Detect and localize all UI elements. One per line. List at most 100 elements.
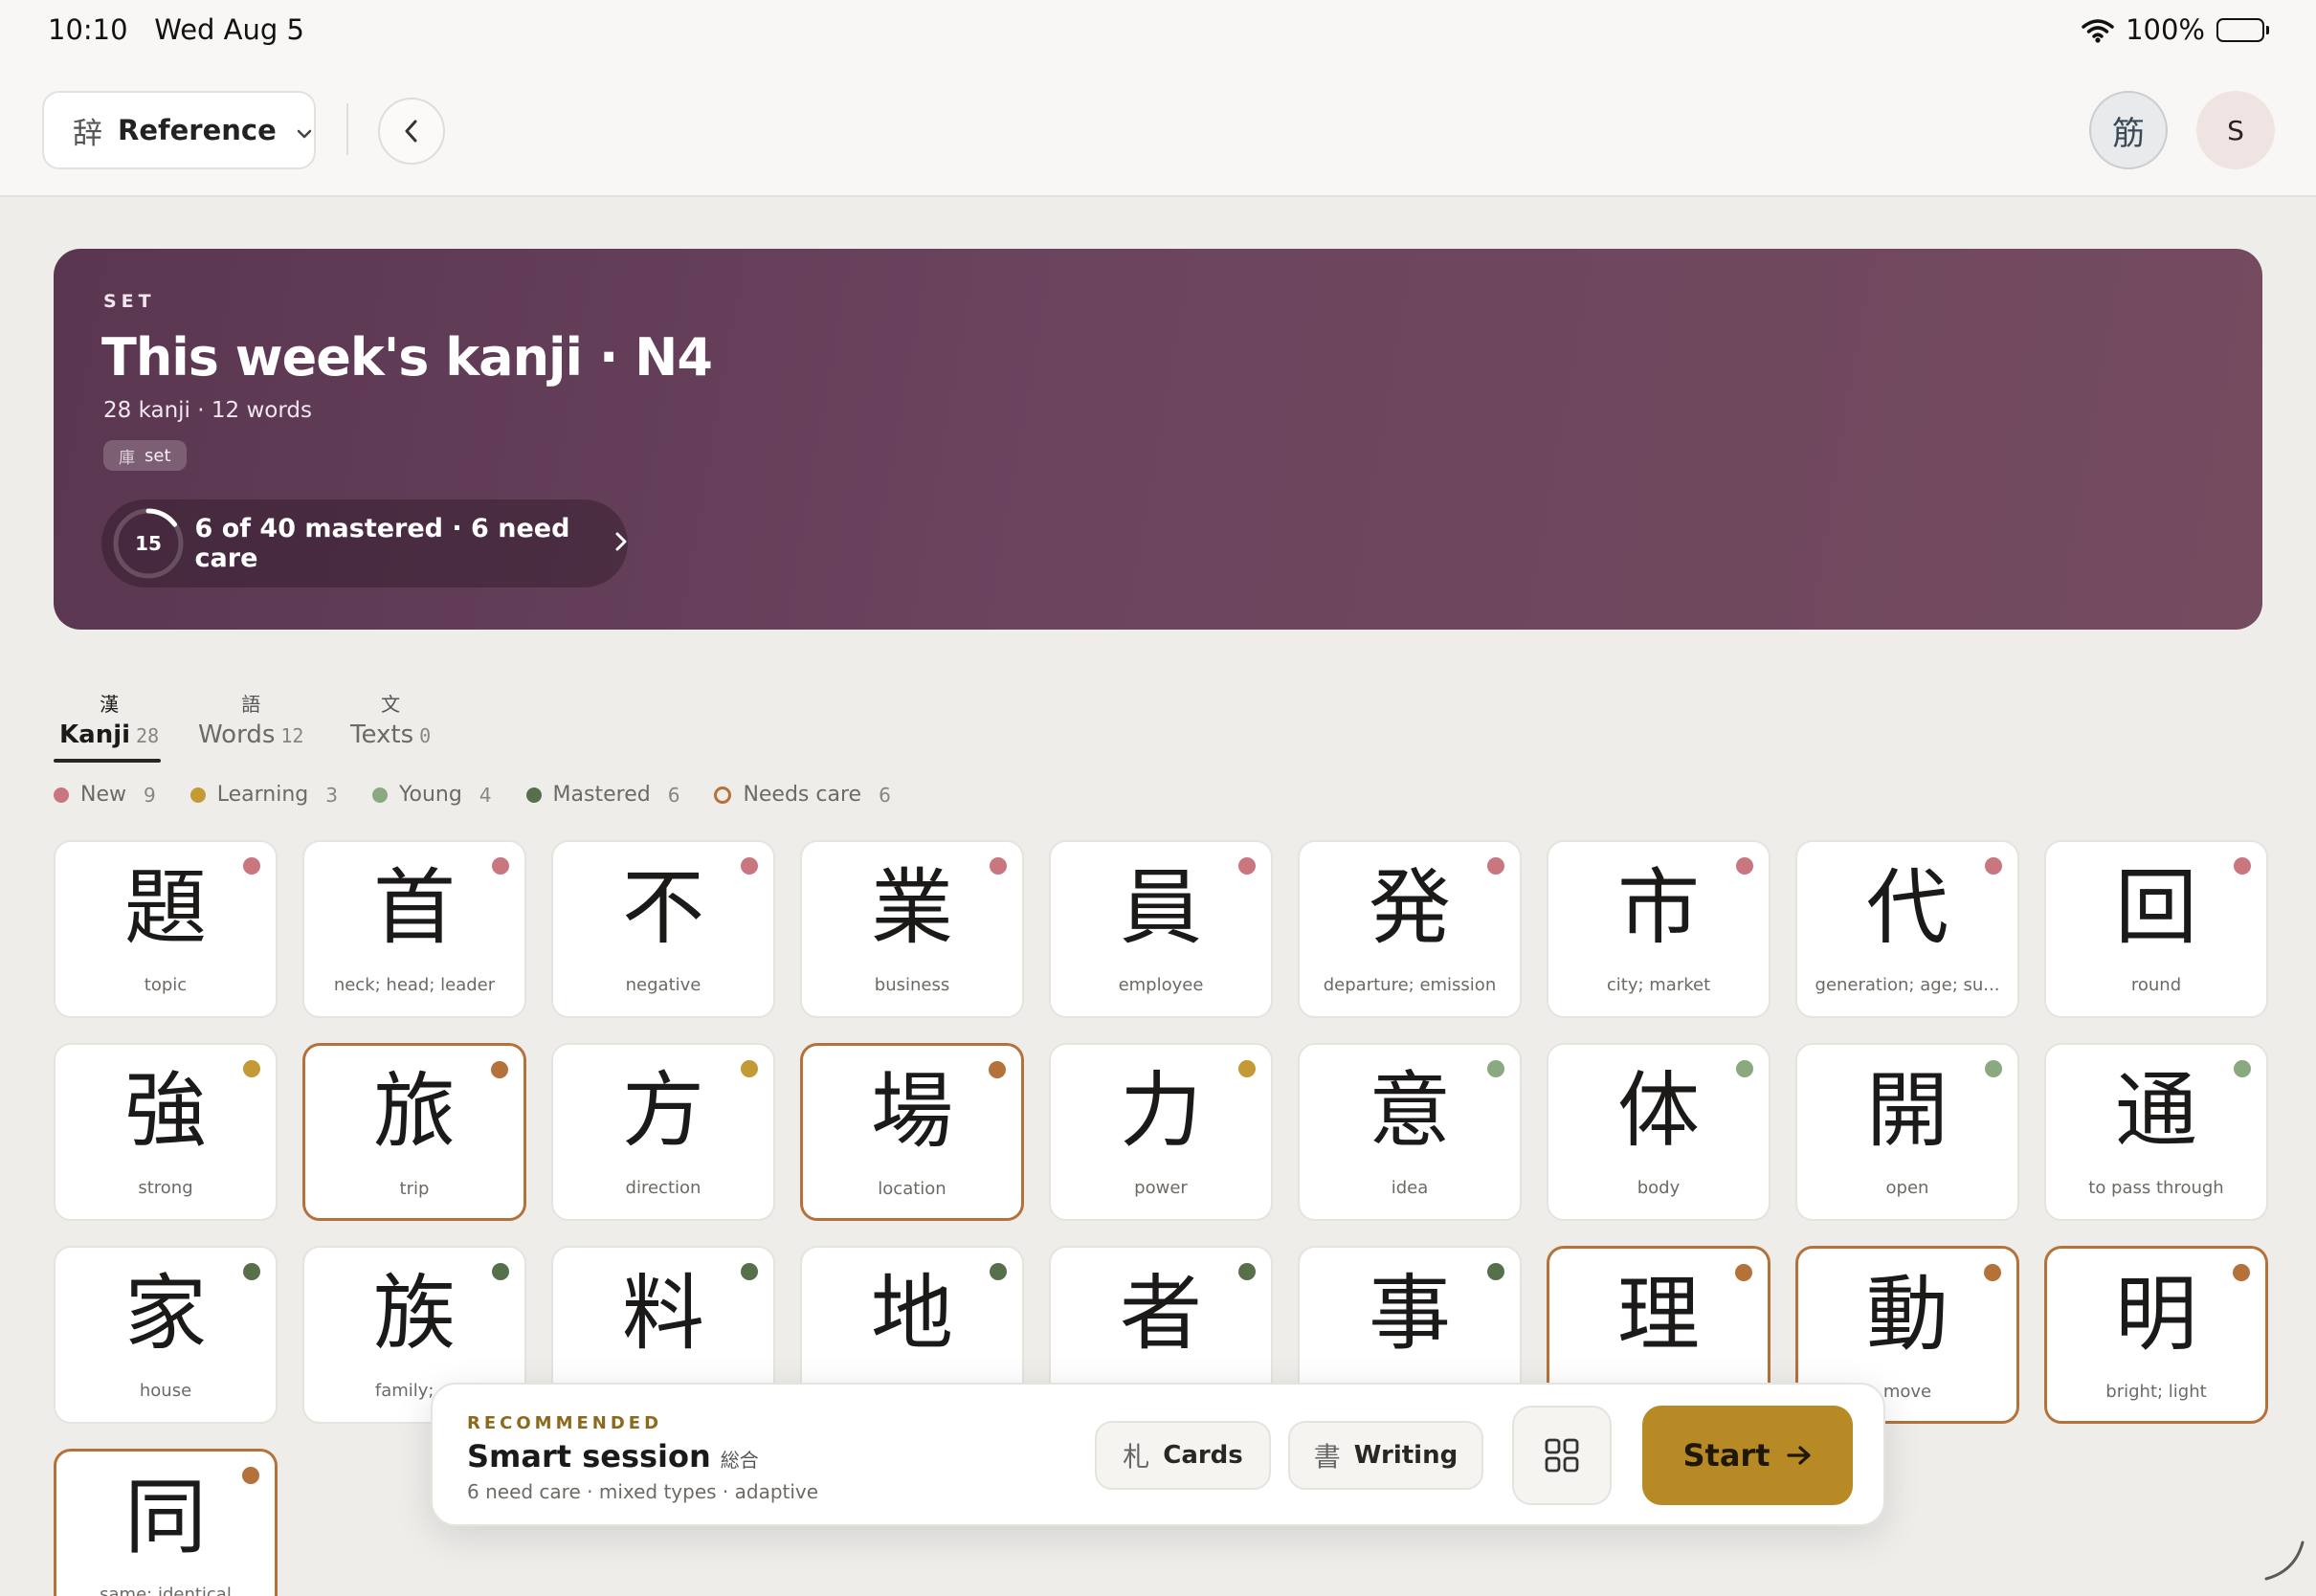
- active-tab-indicator: [54, 759, 161, 763]
- status-dot-icon: [990, 1263, 1007, 1280]
- tab-words[interactable]: 語 Words 12: [198, 689, 303, 749]
- status-dot-icon: [2234, 857, 2251, 875]
- session-title-glyph: 総合: [720, 1449, 759, 1472]
- kanji-character: 場: [871, 1064, 953, 1160]
- status-dot-icon: [1238, 1263, 1256, 1280]
- kanji-tab-icon: 漢: [100, 693, 120, 716]
- tab-count: 0: [419, 724, 432, 747]
- kanji-meaning: business: [874, 975, 950, 995]
- wifi-icon: [2082, 17, 2114, 43]
- cards-label: Cards: [1163, 1441, 1243, 1470]
- ring-dot-icon: [714, 786, 732, 804]
- status-dot-icon: [1736, 1060, 1753, 1077]
- tab-texts[interactable]: 文 Texts 0: [350, 689, 431, 749]
- smart-session-bar: RECOMMENDED Smart session 総合 6 need care …: [431, 1383, 1885, 1526]
- status-dot-icon: [741, 1263, 758, 1280]
- legend-label: New: [80, 783, 126, 807]
- kanji-meaning: employee: [1118, 975, 1204, 995]
- kanji-character: 者: [1120, 1266, 1202, 1362]
- kanji-card[interactable]: 開 open: [1795, 1043, 2019, 1221]
- kanji-card[interactable]: 代 generation; age; su...: [1795, 840, 2019, 1018]
- cards-mode-button[interactable]: 札 Cards: [1095, 1421, 1271, 1490]
- battery-icon: [2216, 17, 2269, 42]
- status-dot-icon: [243, 1060, 260, 1077]
- user-avatar[interactable]: S: [2196, 91, 2275, 169]
- dot-icon: [189, 787, 206, 803]
- dot-icon: [54, 787, 69, 803]
- kanji-card[interactable]: 業 business: [800, 840, 1024, 1018]
- mode-label: Reference: [118, 114, 277, 146]
- kanji-card[interactable]: 員 employee: [1049, 840, 1273, 1018]
- tab-label: Words: [198, 720, 276, 749]
- kanji-card[interactable]: 不 negative: [551, 840, 775, 1018]
- session-title: Smart session 総合: [467, 1438, 759, 1474]
- kanji-card[interactable]: 回 round: [2044, 840, 2268, 1018]
- start-button[interactable]: Start: [1642, 1406, 1853, 1505]
- kanji-character: 理: [1617, 1267, 1700, 1363]
- tab-label: Texts: [350, 720, 414, 749]
- mode-dropdown[interactable]: 辞 Reference: [42, 91, 316, 169]
- status-dot-icon: [1487, 857, 1504, 875]
- kanji-character: 料: [622, 1266, 704, 1362]
- kanji-card[interactable]: 首 neck; head; leader: [302, 840, 526, 1018]
- kanji-card[interactable]: 同 same; identical: [54, 1449, 278, 1596]
- top-bar: 10:10 Wed Aug 5 100% 辞 Reference 筋 S: [0, 0, 2316, 197]
- status-dot-icon: [741, 857, 758, 875]
- legend-count: 9: [144, 783, 156, 807]
- legend-item: Learning 3: [189, 783, 338, 807]
- kanji-card[interactable]: 題 topic: [54, 840, 278, 1018]
- kanji-character: 強: [124, 1063, 207, 1159]
- grid-view-button[interactable]: [1512, 1406, 1612, 1505]
- kanji-meaning: direction: [625, 1178, 701, 1198]
- status-dot-icon: [243, 1263, 260, 1280]
- kanji-card[interactable]: 通 to pass through: [2044, 1043, 2268, 1221]
- status-clock: 10:10: [48, 13, 128, 46]
- legend-count: 6: [879, 783, 891, 807]
- status-dot-icon: [1736, 857, 1753, 875]
- status-dot-icon: [1487, 1263, 1504, 1280]
- kanji-character: 開: [1866, 1063, 1949, 1159]
- status-dot-icon: [1238, 857, 1256, 875]
- kanji-card[interactable]: 家 house: [54, 1246, 278, 1424]
- kanji-character: 明: [2115, 1267, 2197, 1363]
- writing-mode-button[interactable]: 書 Writing: [1288, 1421, 1483, 1490]
- tab-kanji[interactable]: 漢 Kanji 28: [59, 689, 159, 749]
- kanji-card[interactable]: 強 strong: [54, 1043, 278, 1221]
- kanji-card[interactable]: 発 departure; emission: [1298, 840, 1522, 1018]
- legend-item: Young 4: [371, 783, 492, 807]
- back-button[interactable]: [378, 98, 445, 165]
- kanji-character: 旅: [373, 1064, 456, 1160]
- status-date: Wed Aug 5: [154, 13, 304, 46]
- resize-handle-icon: [2264, 1541, 2305, 1581]
- kanji-character: 動: [1866, 1267, 1949, 1363]
- tab-count: 12: [280, 724, 304, 747]
- status-time: 10:10 Wed Aug 5: [48, 13, 304, 46]
- status-dot-icon: [2234, 1060, 2251, 1077]
- kanji-meaning: open: [1885, 1178, 1929, 1198]
- set-badge: 庫 set: [103, 440, 187, 471]
- progress-count: 15: [135, 532, 162, 555]
- kanji-card[interactable]: 意 idea: [1298, 1043, 1522, 1221]
- kanji-card[interactable]: 体 body: [1547, 1043, 1770, 1221]
- tab-count: 28: [136, 724, 160, 747]
- kanji-card[interactable]: 場 location: [800, 1043, 1024, 1221]
- chevron-left-icon: [405, 120, 417, 143]
- set-meta: 28 kanji · 12 words: [103, 398, 312, 423]
- status-dot-icon: [1238, 1060, 1256, 1077]
- kanji-meaning: topic: [144, 975, 188, 995]
- session-title-text: Smart session: [467, 1438, 711, 1474]
- mastery-progress-button[interactable]: 15 6 of 40 mastered · 6 need care: [101, 499, 628, 587]
- status-indicators: 100%: [2082, 13, 2269, 46]
- chevron-right-icon: [614, 531, 628, 556]
- kanji-character: 首: [373, 860, 456, 956]
- kanji-character: 不: [622, 860, 704, 956]
- kanji-profile-button[interactable]: 筋: [2089, 91, 2168, 169]
- kanji-meaning: departure; emission: [1323, 975, 1497, 995]
- kanji-card[interactable]: 力 power: [1049, 1043, 1273, 1221]
- kanji-character: 業: [871, 860, 953, 956]
- kanji-card[interactable]: 明 bright; light: [2044, 1246, 2268, 1424]
- kanji-card[interactable]: 市 city; market: [1547, 840, 1770, 1018]
- status-dot-icon: [242, 1467, 259, 1484]
- kanji-card[interactable]: 方 direction: [551, 1043, 775, 1221]
- kanji-card[interactable]: 旅 trip: [302, 1043, 526, 1221]
